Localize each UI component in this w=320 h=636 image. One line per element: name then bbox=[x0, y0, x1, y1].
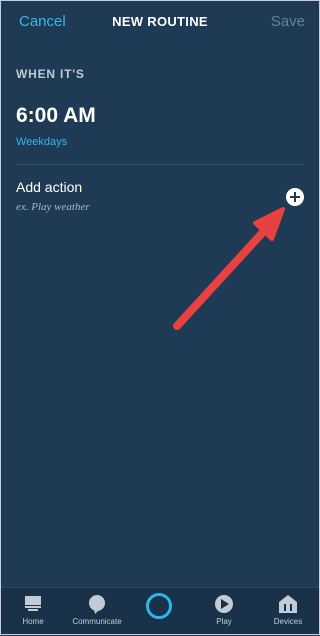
devices-icon bbox=[279, 595, 297, 613]
play-icon bbox=[215, 595, 233, 613]
nav-play[interactable]: Play bbox=[194, 594, 254, 626]
nav-home-label: Home bbox=[22, 617, 44, 626]
nav-devices-label: Devices bbox=[273, 617, 303, 626]
bottom-nav-bar: Home Communicate Play Devices bbox=[1, 587, 319, 634]
home-icon bbox=[25, 596, 41, 611]
nav-devices[interactable]: Devices bbox=[258, 594, 318, 626]
speech-bubble-icon bbox=[89, 595, 105, 614]
annotation-arrow-icon bbox=[173, 207, 285, 330]
nav-home[interactable]: Home bbox=[3, 594, 63, 626]
nav-communicate[interactable]: Communicate bbox=[67, 594, 127, 626]
nav-play-label: Play bbox=[216, 617, 232, 626]
nav-communicate-label: Communicate bbox=[72, 617, 122, 626]
alexa-ring-icon[interactable] bbox=[146, 593, 172, 619]
